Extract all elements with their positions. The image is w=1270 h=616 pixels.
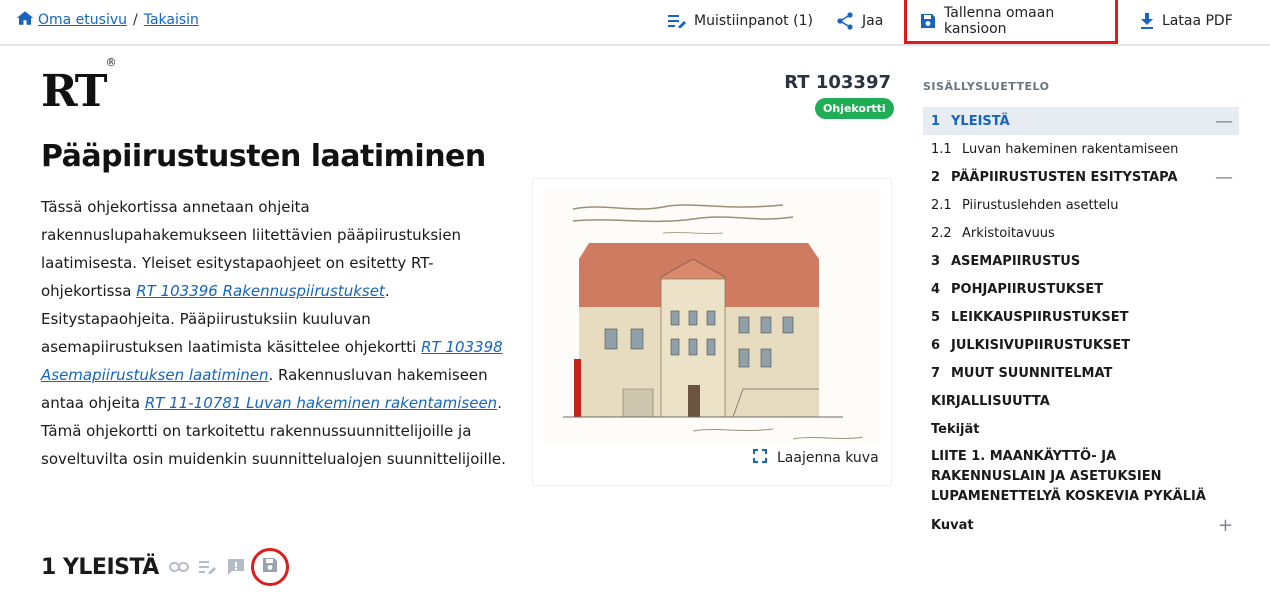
toc-item[interactable]: 7 MUUT SUUNNITELMAT bbox=[923, 359, 1239, 387]
toc-item-label: LEIKKAUSPIIRUSTUKSET bbox=[951, 309, 1129, 325]
toc-item-number: 5 bbox=[931, 309, 941, 325]
download-pdf-button[interactable]: Lataa PDF bbox=[1140, 0, 1233, 42]
toc-item-number: 7 bbox=[931, 365, 941, 381]
back-link[interactable]: Takaisin bbox=[144, 12, 199, 28]
toc-item-label: Luvan hakeminen rakentamiseen bbox=[962, 141, 1179, 157]
toc-item[interactable]: 3 ASEMAPIIRUSTUS bbox=[923, 247, 1239, 275]
document-type-badge: Ohjekortti bbox=[815, 98, 894, 119]
notes-label: Muistiinpanot (1) bbox=[694, 13, 813, 29]
toc-item-number: 1.1 bbox=[931, 141, 952, 157]
collapse-icon[interactable]: — bbox=[1215, 111, 1233, 132]
toc-item-number: 3 bbox=[931, 253, 941, 269]
toc-item-number: 2.2 bbox=[931, 225, 952, 241]
save-section-button[interactable] bbox=[250, 548, 289, 586]
toc-item-label: Piirustuslehden asettelu bbox=[962, 197, 1119, 213]
share-button[interactable]: Jaa bbox=[836, 0, 883, 42]
expand-icon[interactable]: + bbox=[1218, 515, 1233, 536]
toc-item[interactable]: 1 YLEISTÄ — bbox=[923, 107, 1239, 135]
toc-item-label: LIITE 1. MAANKÄYTTÖ- JA RAKENNUSLAIN JA … bbox=[931, 449, 1206, 504]
toc-item[interactable]: Tekijät bbox=[923, 415, 1239, 443]
toc-item-label: Arkistoitavuus bbox=[962, 225, 1055, 241]
home-icon[interactable] bbox=[16, 10, 34, 30]
toc-item[interactable]: KIRJALLISUUTTA bbox=[923, 387, 1239, 415]
save-label: Tallenna omaan kansioon bbox=[944, 4, 1055, 37]
toc-item-number: 2 bbox=[931, 169, 941, 185]
fullscreen-icon bbox=[753, 449, 767, 467]
toc-item-number: 2.1 bbox=[931, 197, 952, 213]
rt-logo: RT® bbox=[41, 56, 117, 117]
table-of-contents: SISÄLLYSLUETTELO 1 YLEISTÄ — 1.1 Luvan hakem… bbox=[923, 80, 1239, 539]
add-note-icon[interactable] bbox=[198, 560, 217, 574]
home-link[interactable]: Oma etusivu bbox=[38, 12, 127, 28]
toc-item[interactable]: 6 JULKISIVUPIIRUSTUKSET bbox=[923, 331, 1239, 359]
toc-item-label: YLEISTÄ bbox=[951, 113, 1010, 129]
download-pdf-label: Lataa PDF bbox=[1162, 13, 1233, 29]
page-title: Pääpiirustusten laatiminen bbox=[41, 139, 486, 174]
toc-item-label: KIRJALLISUUTTA bbox=[931, 393, 1050, 409]
expand-image-label: Laajenna kuva bbox=[777, 450, 879, 466]
toc-item-number: 1 bbox=[931, 113, 941, 129]
section-1-title: 1 YLEISTÄ bbox=[41, 554, 159, 580]
notes-icon bbox=[668, 14, 686, 28]
reference-link[interactable]: RT 103396 Rakennuspiirustukset bbox=[136, 282, 385, 300]
comment-icon[interactable] bbox=[227, 558, 245, 576]
toc-item[interactable]: 4 POHJAPIIRUSTUKSET bbox=[923, 275, 1239, 303]
breadcrumb-separator: / bbox=[133, 12, 138, 28]
link-icon[interactable] bbox=[168, 561, 189, 573]
toc-list: 1 YLEISTÄ — 1.1 Luvan hakeminen rakentamisee… bbox=[923, 107, 1239, 539]
save-icon bbox=[920, 13, 936, 29]
toc-item[interactable]: 2 PÄÄPIIRUSTUSTEN ESITYSTAPA — bbox=[923, 163, 1239, 191]
toc-item-label: PÄÄPIIRUSTUSTEN ESITYSTAPA bbox=[951, 169, 1178, 185]
toc-item-label: MUUT SUUNNITELMAT bbox=[951, 365, 1113, 381]
toc-item-label: JULKISIVUPIIRUSTUKSET bbox=[951, 337, 1131, 353]
toc-item-number: 6 bbox=[931, 337, 941, 353]
toc-item[interactable]: LIITE 1. MAANKÄYTTÖ- JA RAKENNUSLAIN JA … bbox=[923, 443, 1239, 511]
share-label: Jaa bbox=[862, 13, 884, 29]
toc-item[interactable]: 1.1 Luvan hakeminen rakentamiseen bbox=[923, 135, 1239, 163]
top-toolbar: Oma etusivu / Takaisin Muistiinpanot (1)… bbox=[0, 0, 1270, 46]
toc-item-label: POHJAPIIRUSTUKSET bbox=[951, 281, 1104, 297]
figure: Laajenna kuva bbox=[533, 179, 891, 485]
toc-item[interactable]: 5 LEIKKAUSPIIRUSTUKSET bbox=[923, 303, 1239, 331]
toc-heading: SISÄLLYSLUETTELO bbox=[923, 80, 1050, 93]
expand-image-button[interactable]: Laajenna kuva bbox=[753, 449, 879, 467]
save-icon bbox=[262, 557, 278, 577]
download-icon bbox=[1140, 13, 1154, 29]
save-to-folder-button[interactable]: Tallenna omaan kansioon bbox=[904, 0, 1118, 44]
toc-item-label: ASEMAPIIRUSTUS bbox=[951, 253, 1081, 269]
toc-item-label: Tekijät bbox=[931, 421, 980, 437]
document-number: RT 103397 bbox=[784, 72, 891, 93]
section-1-header: 1 YLEISTÄ bbox=[41, 548, 289, 586]
toc-item-label: Kuvat bbox=[931, 517, 974, 533]
collapse-icon[interactable]: — bbox=[1215, 167, 1233, 188]
notes-button[interactable]: Muistiinpanot (1) bbox=[668, 0, 813, 42]
building-elevation-image[interactable] bbox=[543, 189, 881, 445]
share-icon bbox=[836, 12, 854, 30]
reference-link[interactable]: RT 11-10781 Luvan hakeminen rakentamisee… bbox=[145, 394, 497, 412]
intro-paragraph: Tässä ohjekortissa annetaan ohjeita rake… bbox=[41, 193, 516, 473]
toc-item[interactable]: 2.2 Arkistoitavuus bbox=[923, 219, 1239, 247]
toc-item-number: 4 bbox=[931, 281, 941, 297]
toc-item[interactable]: 2.1 Piirustuslehden asettelu bbox=[923, 191, 1239, 219]
toc-item[interactable]: Kuvat + bbox=[923, 511, 1239, 539]
breadcrumb: Oma etusivu / Takaisin bbox=[16, 10, 199, 30]
